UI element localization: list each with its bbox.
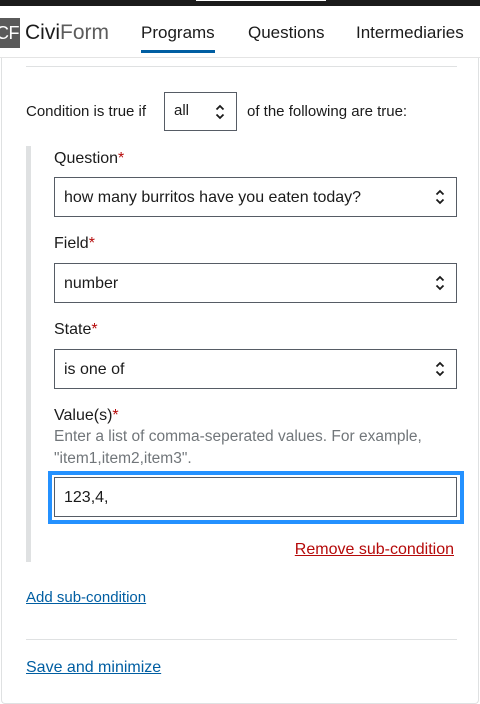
field-label-text: Field <box>54 235 89 252</box>
values-input-value: 123,4, <box>64 489 109 506</box>
field-select-value: number <box>64 275 119 292</box>
field-select[interactable]: number <box>54 263 457 303</box>
tab-programs[interactable]: Programs <box>141 21 215 53</box>
chevron-up-down-icon <box>435 189 445 205</box>
predicate-edit-panel: Condition is true if all of the followin… <box>1 58 479 704</box>
condition-prefix-label: Condition is true if <box>26 103 147 120</box>
values-hint: Enter a list of comma-seperated values. … <box>54 428 422 467</box>
required-marker: * <box>91 321 98 338</box>
required-marker: * <box>88 235 95 252</box>
state-select[interactable]: is one of <box>54 349 457 389</box>
app-logo[interactable]: CiviForm <box>25 19 109 47</box>
tab-intermediaries[interactable]: Intermediaries <box>356 21 464 45</box>
question-select[interactable]: how many burritos have you eaten today? <box>54 177 457 217</box>
state-label-text: State <box>54 321 92 338</box>
state-label: State* <box>54 319 98 341</box>
save-and-minimize-button[interactable]: Save and minimize <box>26 656 161 680</box>
values-label: Value(s)* <box>54 405 119 427</box>
question-select-value: how many burritos have you eaten today? <box>64 189 362 206</box>
subcondition-border <box>26 146 31 562</box>
tab-questions[interactable]: Questions <box>248 21 325 45</box>
question-label-text: Question <box>54 150 119 167</box>
required-marker: * <box>112 407 119 424</box>
remove-subcondition-button[interactable]: Remove sub-condition <box>295 539 454 561</box>
field-label: Field* <box>54 233 95 255</box>
active-tab-indicator <box>141 50 215 53</box>
required-marker: * <box>118 150 125 167</box>
chevron-up-down-icon <box>435 275 445 291</box>
divider <box>26 66 457 67</box>
logo-mark[interactable]: CF <box>0 18 20 48</box>
logo-civi-text: Civi <box>25 21 60 44</box>
state-select-value: is one of <box>64 361 125 378</box>
condition-operator-value: all <box>174 102 190 119</box>
top-banner-link[interactable] <box>196 0 326 1</box>
tab-programs-label: Programs <box>141 23 215 42</box>
values-input[interactable]: 123,4, <box>54 477 457 517</box>
condition-suffix-label: of the following are true: <box>247 103 408 120</box>
values-label-text: Value(s) <box>54 407 113 424</box>
chevron-up-down-icon <box>435 361 445 377</box>
question-label: Question* <box>54 148 124 170</box>
top-navbar: CF CiviForm Programs Questions Intermedi… <box>0 6 480 58</box>
logo-form-text: Form <box>60 21 109 44</box>
divider <box>26 639 457 640</box>
add-subcondition-button[interactable]: Add sub-condition <box>26 587 146 609</box>
chevron-up-down-icon <box>215 104 225 120</box>
condition-operator-select[interactable]: all <box>164 92 237 131</box>
